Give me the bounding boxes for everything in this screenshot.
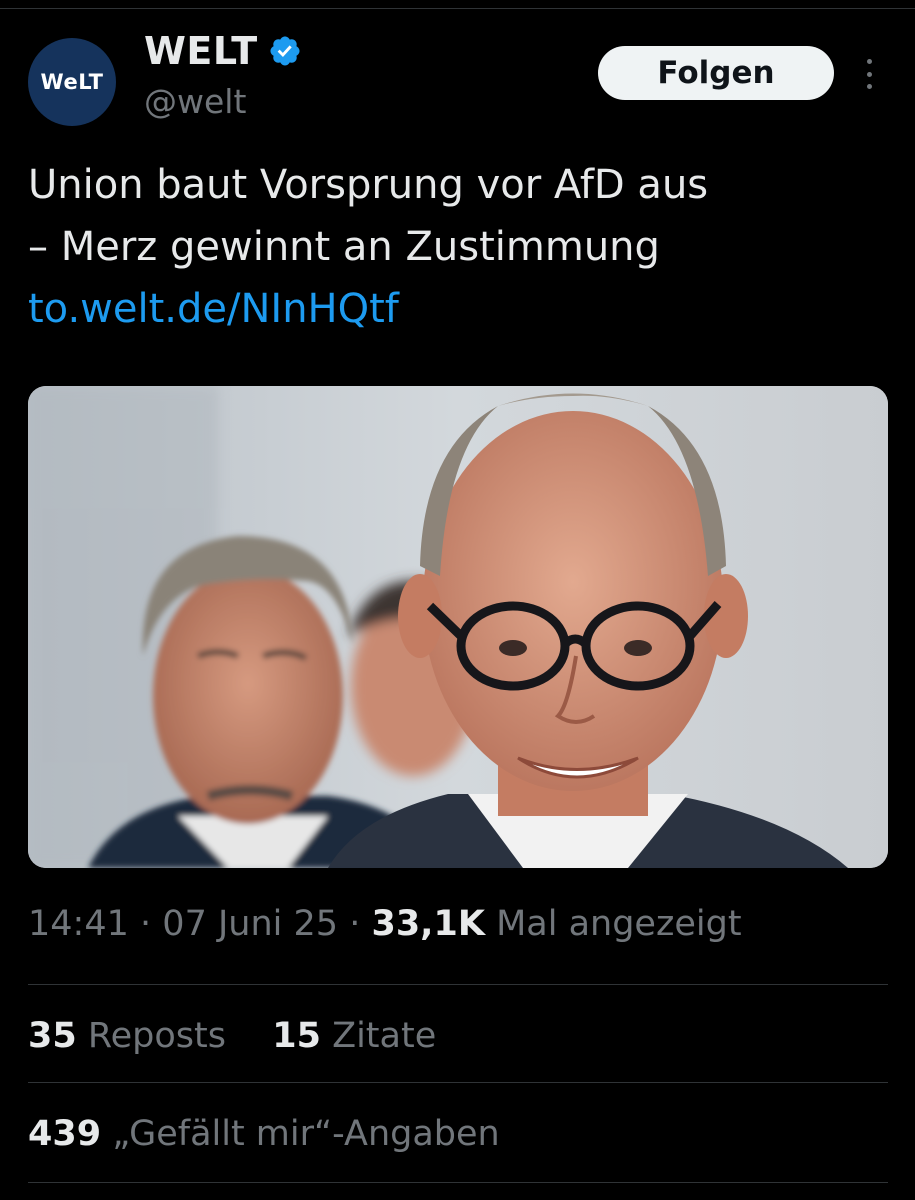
more-dot [866,71,872,77]
tweet-text-line-2: – Merz gewinnt an Zustimmung [28,224,660,270]
divider [28,1082,888,1083]
reposts-count: 35 [28,1016,77,1056]
tweet-date[interactable]: 07 Juni 25 [162,904,338,944]
meta-separator: · [140,904,152,944]
divider [28,1182,888,1183]
tweet-meta: 14:41 · 07 Juni 25 · 33,1K Mal angezeigt [28,904,742,944]
tweet-text-line-1: Union baut Vorsprung vor AfD aus [28,162,709,208]
repost-quote-stats: 35 Reposts 15 Zitate [28,1016,436,1056]
display-name[interactable]: WELT [144,29,258,73]
tweet-text: Union baut Vorsprung vor AfD aus – Merz … [28,154,888,340]
reposts-stat[interactable]: 35 Reposts [28,1016,237,1056]
article-link[interactable]: to.welt.de/NInHQtf [28,286,399,332]
tweet: WeLT WELT @welt Folgen Union baut Vorspr… [0,0,915,1200]
meta-separator: · [349,904,361,944]
display-name-row: WELT [144,26,302,76]
account-header: WELT @welt [144,26,302,121]
photo-illustration [28,386,888,868]
more-dot [866,84,872,89]
likes-count: 439 [28,1114,102,1154]
verified-badge-icon [270,36,300,66]
tweet-photo[interactable] [28,386,888,868]
reposts-label: Reposts [87,1016,226,1056]
more-dot [866,59,872,64]
views-count: 33,1K [371,904,485,944]
account-handle[interactable]: @welt [144,82,302,121]
more-options-icon[interactable] [858,56,880,92]
likes-label: „Gefällt mir“-Angaben [112,1114,500,1154]
quotes-label: Zitate [332,1016,437,1056]
likes-stats[interactable]: 439 „Gefällt mir“-Angaben [28,1114,500,1154]
avatar[interactable]: WeLT [28,38,116,126]
divider [28,984,888,985]
avatar-logo-text: WeLT [40,70,104,94]
tweet-time[interactable]: 14:41 [28,904,129,944]
quotes-count: 15 [272,1016,321,1056]
quotes-stat[interactable]: 15 Zitate [261,1016,436,1056]
views-label: Mal angezeigt [496,904,742,944]
follow-button[interactable]: Folgen [598,46,834,100]
